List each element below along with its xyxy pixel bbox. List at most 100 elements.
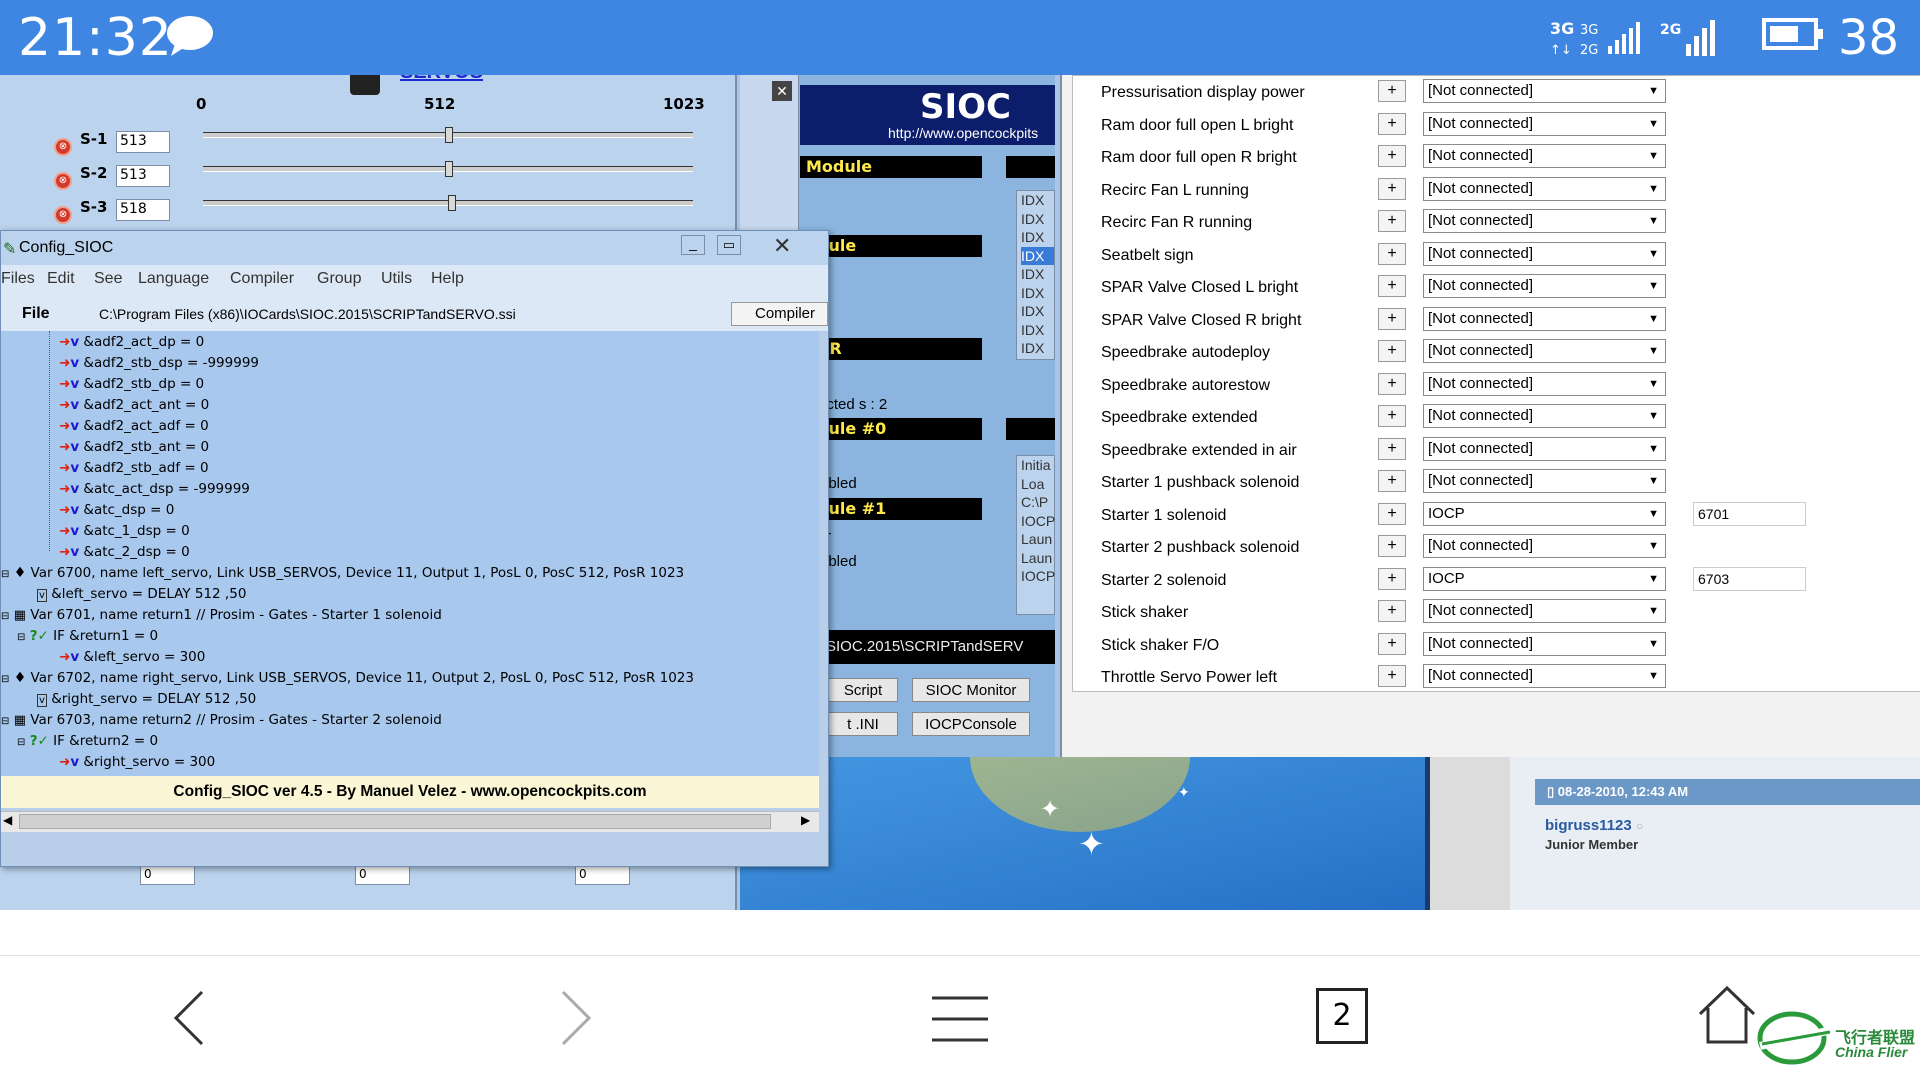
dropdown-arrow-icon[interactable]: ▼	[1648, 470, 1659, 492]
add-button[interactable]: +	[1378, 405, 1406, 427]
bottom-value-3[interactable]: 0	[575, 865, 630, 885]
dropdown-arrow-icon[interactable]: ▼	[1648, 178, 1659, 200]
tree-item[interactable]: ➜v &atc_dsp = 0	[59, 502, 174, 518]
tree-item[interactable]: ➜v &right_servo = 300	[59, 754, 215, 770]
connection-select[interactable]: [Not connected] ▼	[1423, 469, 1666, 493]
servo-2-input[interactable]: 513	[116, 165, 170, 187]
connection-select[interactable]: [Not connected] ▼	[1423, 371, 1666, 396]
dropdown-arrow-icon[interactable]: ▼	[1648, 210, 1659, 232]
connection-select[interactable]: [Not connected] ▼	[1423, 534, 1666, 558]
scroll-thumb[interactable]	[19, 814, 771, 829]
window-titlebar[interactable]: ✎ Config_SIOC _ ▭ ✕	[1, 231, 828, 265]
connection-select[interactable]: [Not connected] ▼	[1423, 241, 1666, 266]
add-button[interactable]: +	[1378, 437, 1406, 460]
add-button[interactable]: +	[1378, 80, 1406, 102]
iocp-console-button[interactable]: IOCPConsole	[912, 712, 1030, 736]
connection-select[interactable]: [Not connected] ▼	[1423, 176, 1666, 201]
back-icon[interactable]	[170, 988, 210, 1052]
menu-files[interactable]: Files	[1, 270, 35, 288]
servo-2-reset-icon[interactable]: ⊗	[54, 172, 72, 190]
collapse-icon[interactable]: ⊟	[1, 674, 9, 685]
dropdown-arrow-icon[interactable]: ▼	[1648, 405, 1659, 427]
servo-2-thumb[interactable]	[445, 161, 453, 177]
menu-compiler[interactable]: Compiler	[230, 270, 294, 288]
edit-ini-button[interactable]: t .INI	[828, 712, 898, 736]
collapse-icon[interactable]: ⊟	[17, 737, 25, 748]
add-button[interactable]: +	[1378, 145, 1406, 167]
menu-group[interactable]: Group	[317, 270, 361, 288]
dropdown-arrow-icon[interactable]: ▼	[1648, 340, 1659, 362]
minimize-icon[interactable]: _	[681, 235, 705, 255]
idx-item[interactable]: IDX	[1021, 265, 1054, 284]
servo-3-reset-icon[interactable]: ⊗	[54, 206, 72, 224]
forum-username-text[interactable]: bigruss1123	[1545, 817, 1632, 834]
script-button[interactable]: Script	[828, 678, 898, 702]
dropdown-arrow-icon[interactable]: ▼	[1648, 633, 1659, 655]
connection-select[interactable]: [Not connected] ▼	[1423, 599, 1666, 623]
idx-item[interactable]: IDX	[1021, 302, 1054, 321]
bottom-value-1[interactable]: 0	[140, 865, 195, 885]
home-icon[interactable]	[1696, 984, 1758, 1050]
idx-list[interactable]: IDX IDX IDX IDX IDX IDX IDX IDX IDX	[1016, 190, 1055, 360]
tree-item[interactable]: v &right_servo = DELAY 512 ,50	[37, 691, 256, 707]
connection-select[interactable]: [Not connected] ▼	[1423, 306, 1666, 331]
variable-input[interactable]: 6703	[1693, 566, 1806, 591]
connection-select[interactable]: [Not connected] ▼	[1423, 79, 1666, 103]
connection-select[interactable]: IOCP ▼	[1423, 566, 1666, 591]
scroll-left-icon[interactable]: ◀	[3, 813, 12, 827]
tree-var[interactable]: ⊟ ♦ Var 6700, name left_servo, Link USB_…	[1, 565, 684, 581]
variable-input[interactable]: 6701	[1693, 501, 1806, 526]
dropdown-arrow-icon[interactable]: ▼	[1648, 243, 1659, 265]
collapse-icon[interactable]: ⊟	[1, 611, 9, 622]
bottom-value-2[interactable]: 0	[355, 865, 410, 885]
dropdown-arrow-icon[interactable]: ▼	[1648, 535, 1659, 557]
connection-select[interactable]: [Not connected] ▼	[1423, 339, 1666, 363]
menu-icon[interactable]	[930, 994, 990, 1048]
dropdown-arrow-icon[interactable]: ▼	[1648, 600, 1659, 622]
add-button[interactable]: +	[1378, 632, 1406, 655]
add-button[interactable]: +	[1378, 307, 1406, 330]
tabs-button[interactable]: 2	[1316, 988, 1368, 1044]
tree-if[interactable]: ⊟ ?✓ IF &return2 = 0	[17, 733, 158, 749]
sioc-monitor-button[interactable]: SIOC Monitor	[912, 678, 1030, 702]
collapse-icon[interactable]: ⊟	[17, 632, 25, 643]
add-button[interactable]: +	[1378, 470, 1406, 492]
servo-3-thumb[interactable]	[447, 195, 456, 211]
forward-icon[interactable]	[555, 988, 595, 1052]
dropdown-arrow-icon[interactable]: ▼	[1648, 308, 1659, 330]
add-button[interactable]: +	[1378, 340, 1406, 362]
add-button[interactable]: +	[1378, 665, 1406, 687]
connection-select[interactable]: IOCP ▼	[1423, 501, 1666, 526]
add-button[interactable]: +	[1378, 600, 1406, 622]
connection-select[interactable]: [Not connected] ▼	[1423, 631, 1666, 656]
add-button[interactable]: +	[1378, 567, 1406, 590]
dropdown-arrow-icon[interactable]: ▼	[1648, 145, 1659, 167]
collapse-icon[interactable]: ⊟	[1, 716, 9, 727]
menu-help[interactable]: Help	[431, 270, 464, 288]
tree-item[interactable]: v &left_servo = DELAY 512 ,50	[37, 586, 246, 602]
menu-see[interactable]: See	[94, 270, 122, 288]
close-icon[interactable]: ✕	[773, 233, 791, 259]
dropdown-arrow-icon[interactable]: ▼	[1648, 568, 1659, 590]
dropdown-arrow-icon[interactable]: ▼	[1648, 275, 1659, 297]
tree-var[interactable]: ⊟ ♦ Var 6702, name right_servo, Link USB…	[1, 670, 694, 686]
servo-1-reset-icon[interactable]: ⊗	[54, 138, 72, 156]
menu-utils[interactable]: Utils	[381, 270, 412, 288]
add-button[interactable]: +	[1378, 112, 1406, 135]
servo-3-input[interactable]: 518	[116, 199, 170, 221]
idx-item-selected[interactable]: IDX	[1021, 246, 1054, 265]
connection-select[interactable]: [Not connected] ▼	[1423, 209, 1666, 233]
idx-item[interactable]: IDX	[1021, 284, 1054, 303]
add-button[interactable]: +	[1378, 372, 1406, 395]
tree-var[interactable]: ⊟ ▦ Var 6703, name return2 // Prosim - G…	[1, 712, 442, 728]
dropdown-arrow-icon[interactable]: ▼	[1648, 665, 1659, 687]
tree-if[interactable]: ⊟ ?✓ IF &return1 = 0	[17, 628, 158, 644]
connection-select[interactable]: [Not connected] ▼	[1423, 404, 1666, 428]
tree-item[interactable]: ➜v &adf2_act_adf = 0	[59, 418, 209, 434]
tree-item[interactable]: ➜v &adf2_stb_ant = 0	[59, 439, 209, 455]
tree-item[interactable]: ➜v &atc_1_dsp = 0	[59, 523, 190, 539]
menu-language[interactable]: Language	[138, 270, 209, 288]
dropdown-arrow-icon[interactable]: ▼	[1648, 373, 1659, 395]
idx-item[interactable]: IDX	[1021, 339, 1054, 358]
connection-select[interactable]: [Not connected] ▼	[1423, 664, 1666, 688]
